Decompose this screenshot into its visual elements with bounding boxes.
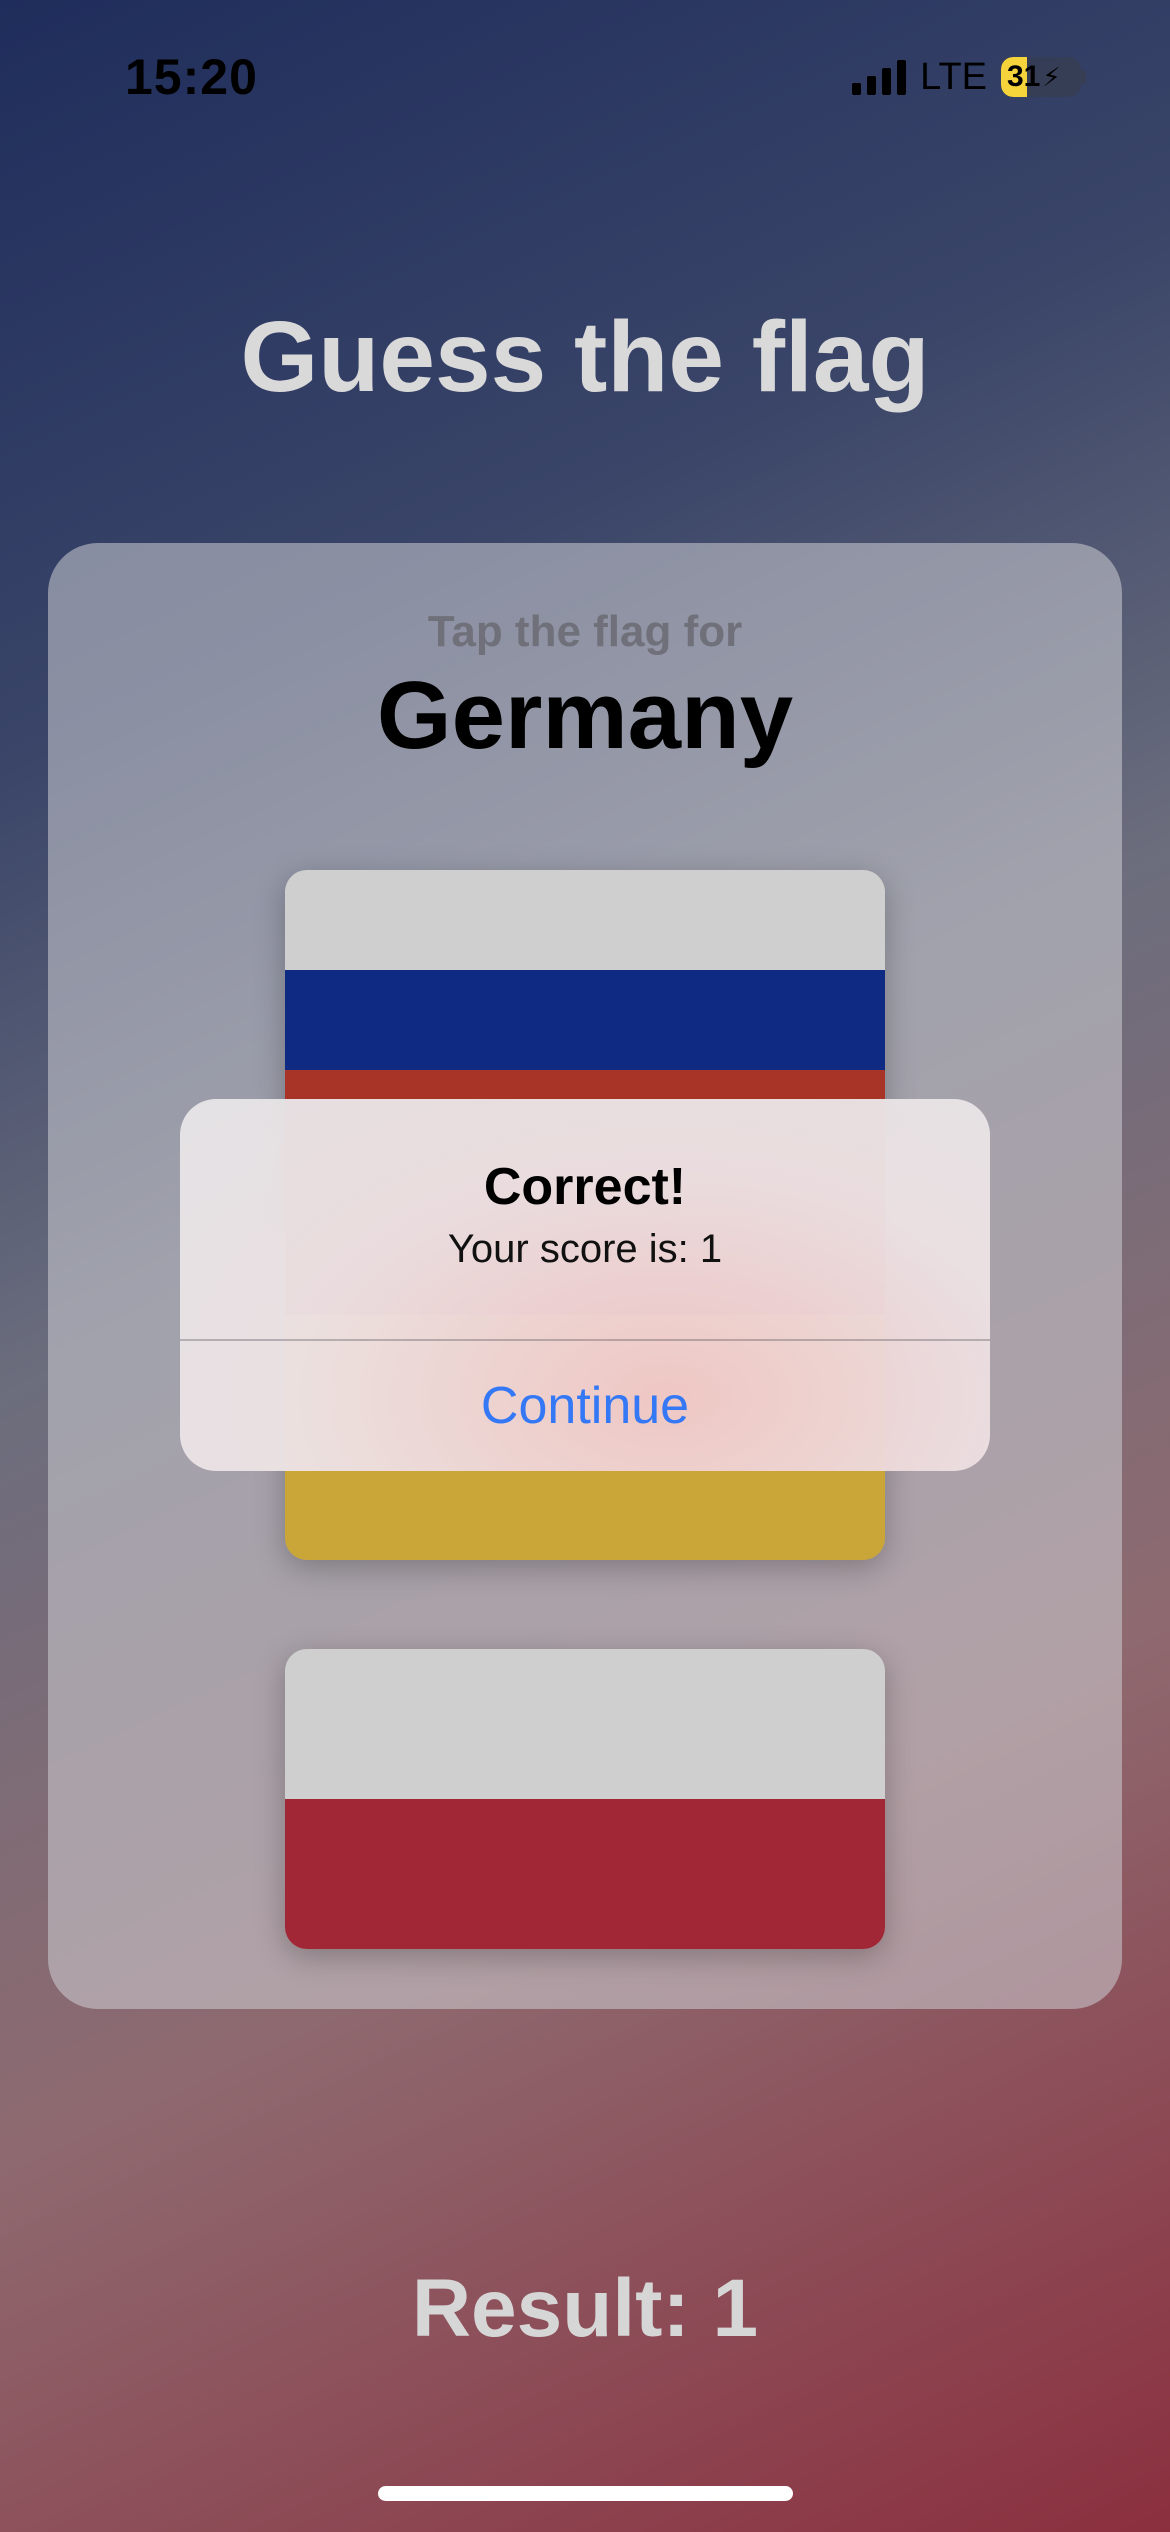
flag-stripe: [285, 870, 885, 970]
status-time: 15:20: [125, 49, 258, 105]
status-indicators: LTE 31 ⚡: [852, 52, 1086, 102]
page-title: Guess the flag: [240, 301, 930, 413]
prompt-text: Tap the flag for: [427, 607, 743, 656]
battery-icon: 31 ⚡: [1001, 57, 1086, 97]
signal-bars-icon: [852, 59, 907, 95]
battery-level: 31: [1007, 60, 1041, 93]
alert-title: Correct!: [483, 1158, 687, 1216]
flag-stripe: [285, 1649, 885, 1799]
bolt-icon: ⚡: [1042, 61, 1061, 92]
home-indicator[interactable]: [378, 2486, 793, 2501]
flag-stripe: [285, 1799, 885, 1949]
flag-button-2[interactable]: [285, 1649, 885, 1949]
alert-message: Your score is: 1: [447, 1227, 723, 1271]
flag-stripe: [285, 970, 885, 1070]
score-alert: Correct! Your score is: 1 Continue: [180, 1099, 990, 1471]
network-type: LTE: [920, 55, 987, 98]
country-name: Germany: [376, 662, 794, 769]
result-label: Result: 1: [411, 2263, 759, 2354]
continue-button[interactable]: Continue: [180, 1341, 990, 1471]
